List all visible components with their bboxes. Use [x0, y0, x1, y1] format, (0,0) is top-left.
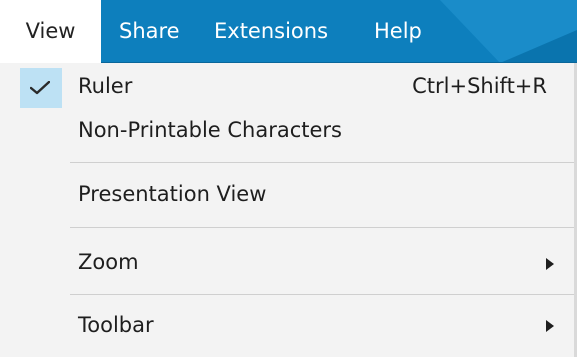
submenu-arrow-icon	[546, 258, 554, 270]
menu-item-label: Toolbar	[78, 313, 154, 337]
checkmark-icon	[30, 81, 50, 95]
menu-extensions[interactable]: Extensions	[214, 0, 328, 63]
submenu-arrow-icon	[546, 320, 554, 332]
menu-item-zoom[interactable]: Zoom	[0, 244, 574, 284]
menu-share[interactable]: Share	[119, 0, 180, 63]
menu-item-label: Zoom	[78, 250, 139, 274]
menu-item-label: Non-Printable Characters	[78, 118, 342, 142]
menu-bar: View Share Extensions Help	[0, 0, 577, 63]
menu-item-label: Presentation View	[78, 182, 267, 206]
menu-help[interactable]: Help	[374, 0, 422, 63]
menu-item-label: Ruler	[78, 74, 133, 98]
menu-item-non-printable-characters[interactable]: Non-Printable Characters	[0, 112, 574, 152]
menu-item-presentation-view[interactable]: Presentation View	[0, 176, 574, 216]
menu-separator	[70, 227, 574, 228]
menu-view[interactable]: View	[0, 0, 101, 63]
menu-separator	[70, 162, 574, 163]
menu-item-toolbar[interactable]: Toolbar	[0, 307, 574, 347]
menu-item-ruler[interactable]: Ruler Ctrl+Shift+R	[0, 68, 574, 108]
menu-separator	[70, 294, 574, 295]
keyboard-shortcut: Ctrl+Shift+R	[412, 74, 547, 98]
